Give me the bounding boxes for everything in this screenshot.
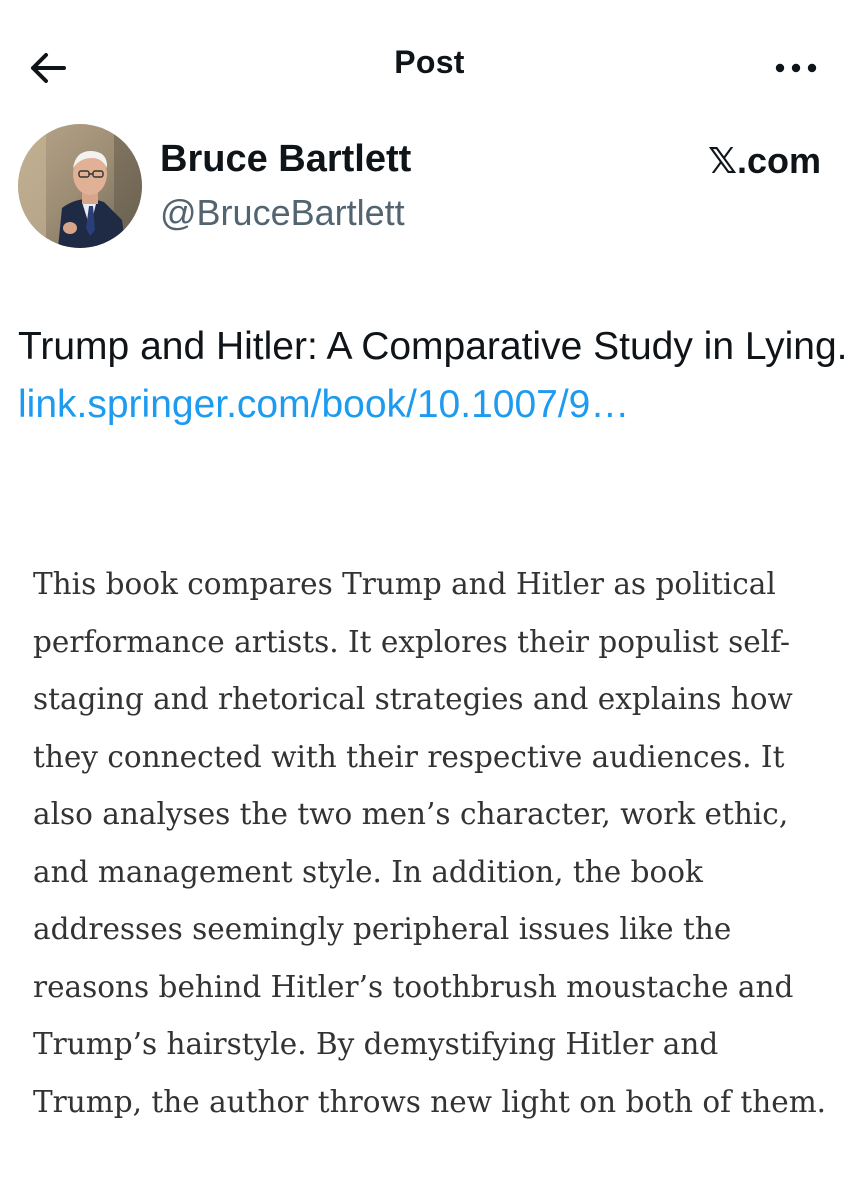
tweet-link[interactable]: link.springer.com/book/10.1007/9… [18, 383, 629, 426]
top-navigation-bar: Post [0, 0, 859, 130]
page-title: Post [394, 44, 465, 80]
tweet-body: Trump and Hitler: A Comparative Study in… [18, 325, 848, 368]
book-description: This book compares Trump and Hitler as p… [33, 567, 827, 1119]
avatar-photo [18, 124, 142, 248]
avatar[interactable] [18, 124, 142, 248]
more-options-button[interactable] [770, 48, 822, 88]
author-name[interactable]: Bruce Bartlett [160, 138, 411, 181]
source-label: 𝕏.com [707, 140, 821, 181]
tweet-text: Trump and Hitler: A Comparative Study in… [18, 318, 848, 434]
more-horizontal-icon [775, 63, 817, 73]
attached-image[interactable]: This book compares Trump and Hitler as p… [0, 520, 859, 1200]
author-handle[interactable]: @BruceBartlett [160, 192, 405, 234]
